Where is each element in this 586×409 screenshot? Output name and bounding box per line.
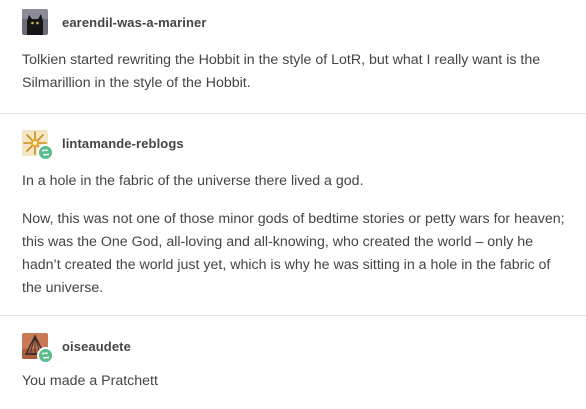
reblog-arrows-icon [37,347,54,364]
post-body-paragraph: Now, this was not one of those minor god… [22,211,565,296]
post-body-paragraph: Tolkien started rewriting the Hobbit in … [22,52,541,91]
post-header: earendil-was-a-mariner [22,9,207,35]
reblog-arrows-icon [37,144,54,161]
post-username[interactable]: lintamande-reblogs [62,136,184,151]
post-divider [0,113,586,114]
avatar[interactable] [22,333,54,364]
avatar[interactable] [22,9,48,35]
post-header: lintamande-reblogs [22,130,184,161]
post-username[interactable]: oiseaudete [62,339,131,354]
black-cat-avatar-icon [22,9,48,35]
post-header: oiseaudete [22,333,131,364]
post-body-paragraph: In a hole in the fabric of the universe … [22,173,364,189]
post-divider [0,315,586,316]
post-body-paragraph: You made a Pratchett [22,373,158,389]
post-username[interactable]: earendil-was-a-mariner [62,15,207,30]
avatar[interactable] [22,130,54,161]
